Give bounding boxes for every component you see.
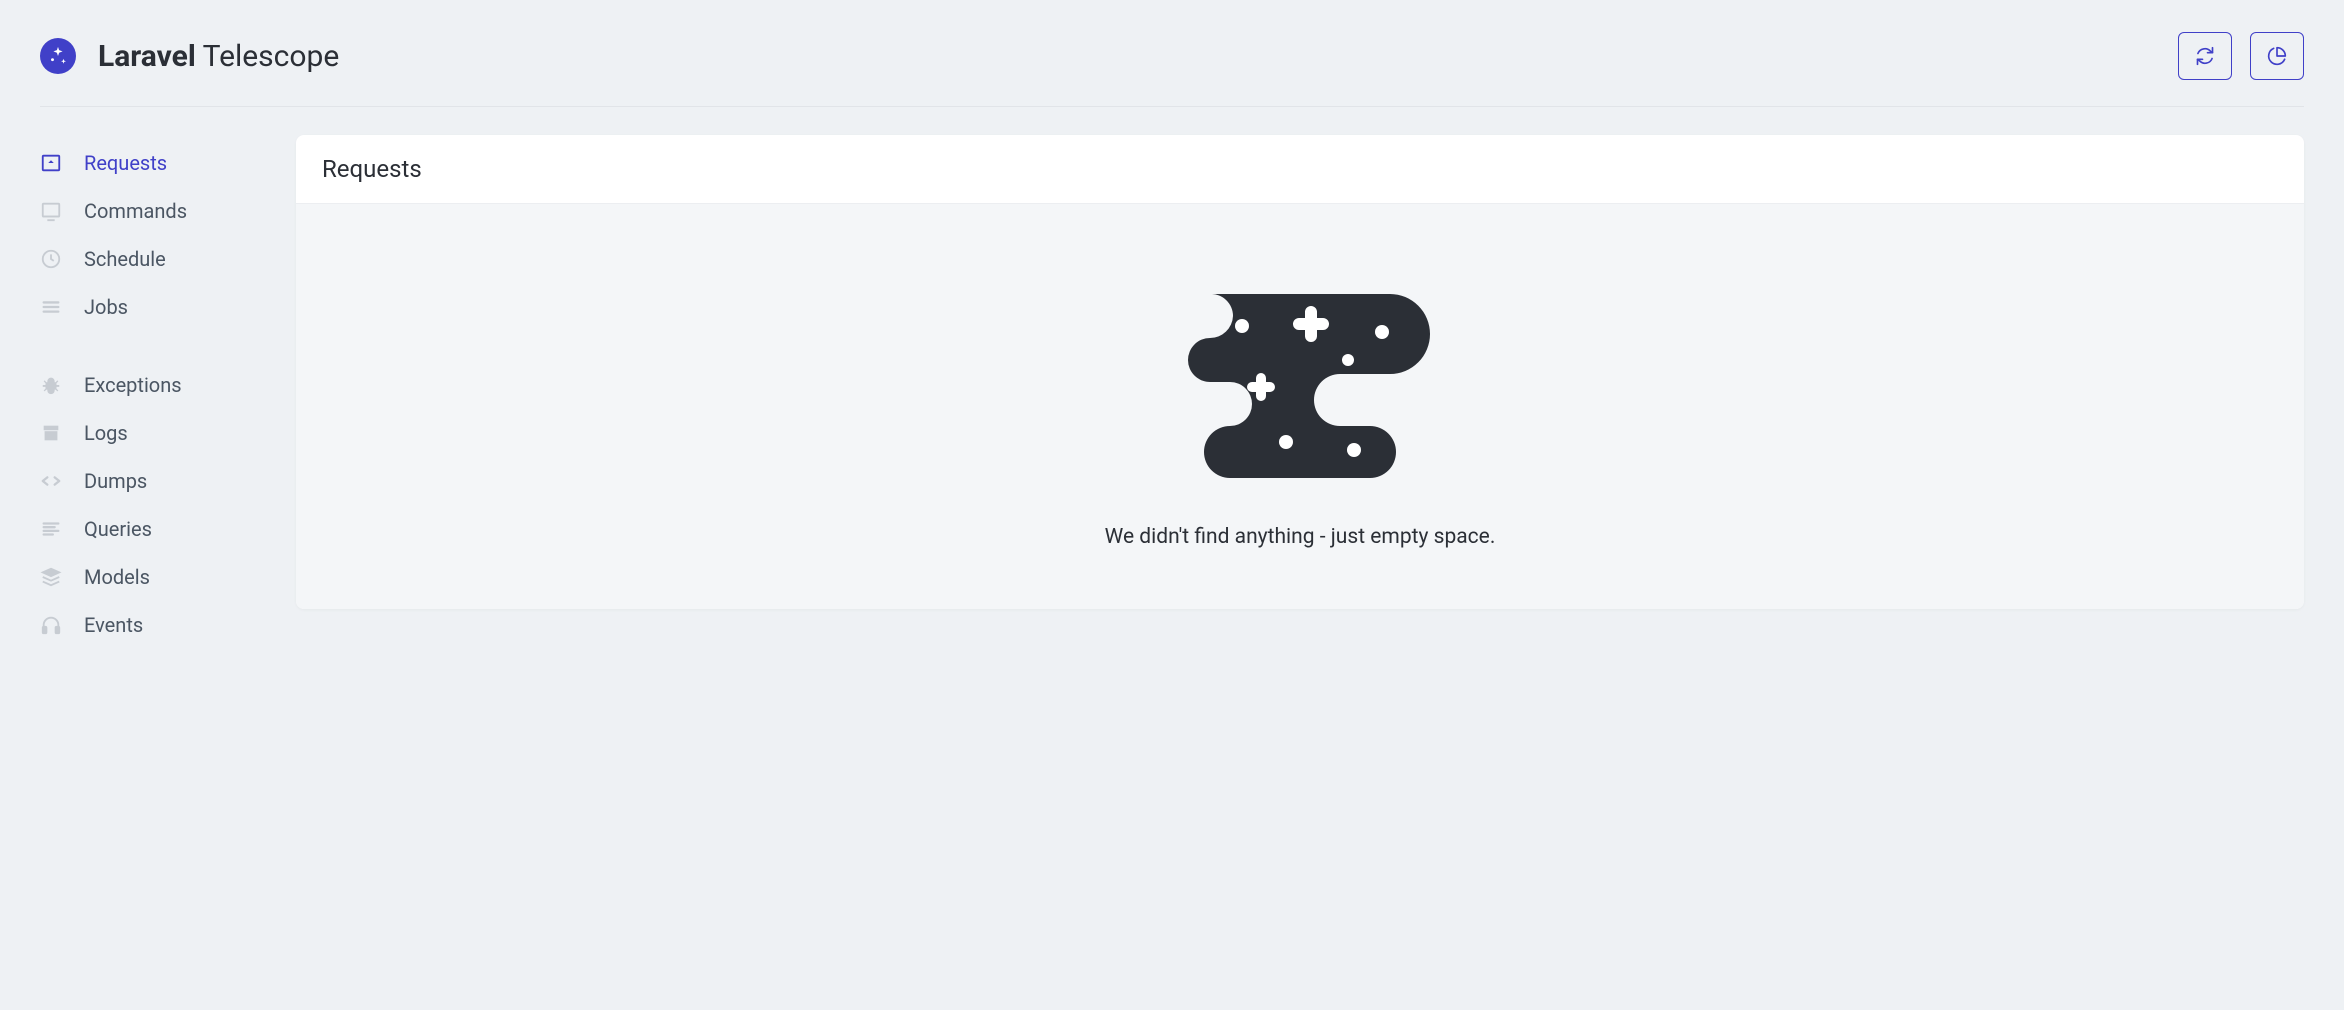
- main: Requests: [296, 135, 2304, 679]
- sidebar-item-label: Commands: [84, 199, 187, 223]
- clock-icon: [40, 248, 62, 270]
- body: Requests Commands Schedule: [40, 107, 2304, 679]
- header-actions: [2178, 32, 2304, 80]
- bug-icon: [40, 374, 62, 396]
- sidebar-item-label: Jobs: [84, 295, 128, 319]
- empty-message: We didn't find anything - just empty spa…: [1105, 525, 1496, 549]
- sidebar-item-jobs[interactable]: Jobs: [40, 283, 272, 331]
- pie-chart-icon: [2267, 46, 2287, 66]
- sidebar-item-dumps[interactable]: Dumps: [40, 457, 272, 505]
- brand-title-bold: Laravel: [98, 39, 196, 74]
- brand-title: Laravel Telescope: [98, 39, 339, 74]
- sidebar-item-label: Logs: [84, 421, 128, 445]
- stats-button[interactable]: [2250, 32, 2304, 80]
- card-body: We didn't find anything - just empty spa…: [296, 204, 2304, 609]
- sidebar-item-label: Dumps: [84, 469, 147, 493]
- request-icon: [40, 152, 62, 174]
- list-icon: [40, 296, 62, 318]
- brand-logo-icon: [40, 38, 76, 74]
- layers-icon: [40, 566, 62, 588]
- code-icon: [40, 470, 62, 492]
- sidebar-item-label: Schedule: [84, 247, 166, 271]
- nav-group-2: Exceptions Logs Dumps: [40, 361, 272, 649]
- sidebar-item-schedule[interactable]: Schedule: [40, 235, 272, 283]
- app-root: Laravel Telescope: [0, 0, 2344, 1010]
- refresh-button[interactable]: [2178, 32, 2232, 80]
- sidebar-item-label: Events: [84, 613, 143, 637]
- brand: Laravel Telescope: [40, 38, 339, 74]
- sidebar-item-label: Requests: [84, 151, 167, 175]
- sidebar-item-label: Exceptions: [84, 373, 182, 397]
- sidebar-item-logs[interactable]: Logs: [40, 409, 272, 457]
- sidebar-item-models[interactable]: Models: [40, 553, 272, 601]
- card: Requests: [296, 135, 2304, 609]
- sidebar-item-label: Queries: [84, 517, 152, 541]
- headphones-icon: [40, 614, 62, 636]
- card-header: Requests: [296, 135, 2304, 204]
- sidebar-item-commands[interactable]: Commands: [40, 187, 272, 235]
- sidebar-item-events[interactable]: Events: [40, 601, 272, 649]
- lines-icon: [40, 518, 62, 540]
- refresh-icon: [2195, 46, 2215, 66]
- sidebar-item-requests[interactable]: Requests: [40, 139, 272, 187]
- sidebar-item-queries[interactable]: Queries: [40, 505, 272, 553]
- brand-title-light: Telescope: [196, 39, 339, 74]
- header: Laravel Telescope: [40, 0, 2304, 107]
- sidebar: Requests Commands Schedule: [40, 135, 272, 679]
- terminal-icon: [40, 200, 62, 222]
- page-title: Requests: [322, 155, 2278, 183]
- archive-icon: [40, 422, 62, 444]
- empty-space-icon: [1170, 294, 1430, 479]
- sidebar-item-exceptions[interactable]: Exceptions: [40, 361, 272, 409]
- sidebar-item-label: Models: [84, 565, 150, 589]
- nav-group-1: Requests Commands Schedule: [40, 139, 272, 331]
